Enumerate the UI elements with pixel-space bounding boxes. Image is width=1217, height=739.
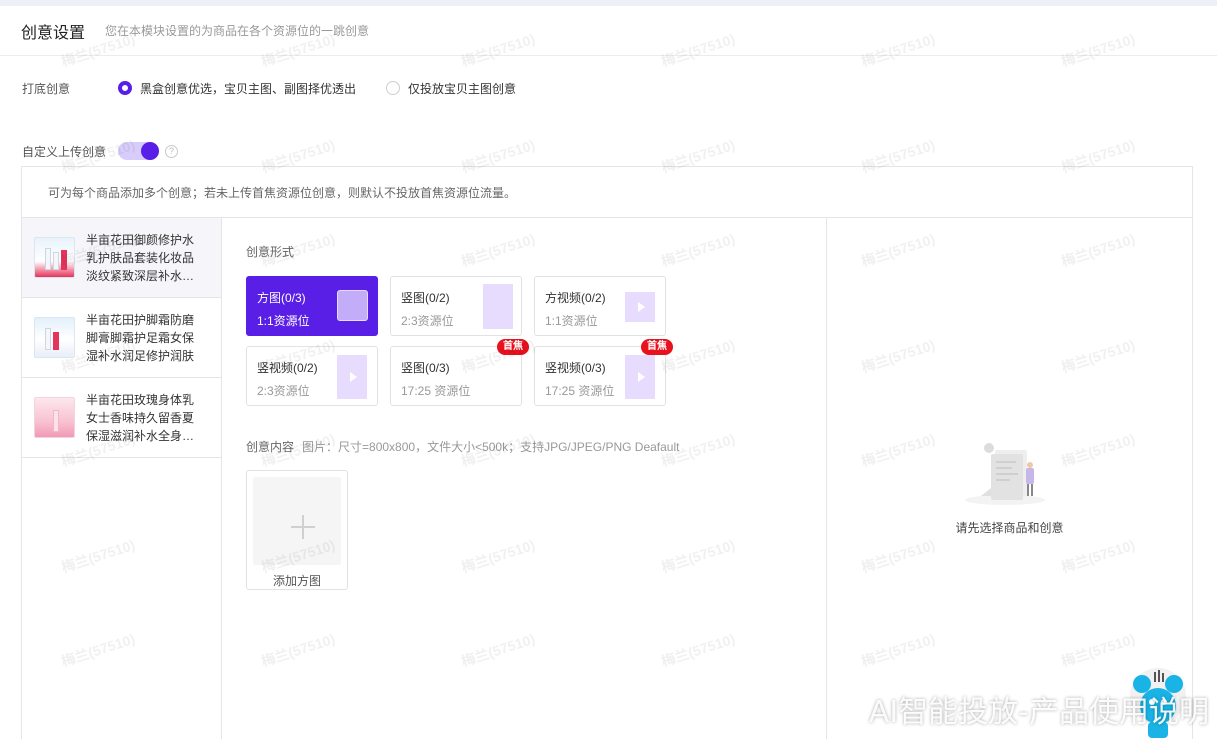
custom-upload-toggle[interactable]	[118, 142, 160, 160]
product-list: 半亩花田御颜修护水乳护肤品套装化妆品淡纹紧致深层补水保湿 半亩花田护脚霜防磨脚膏…	[22, 218, 222, 739]
creative-panel: 可为每个商品添加多个创意；若未上传首焦资源位创意，则默认不投放首焦资源位流量。 …	[21, 166, 1193, 739]
section-header: 创意设置 您在本模块设置的为商品在各个资源位的一跳创意	[0, 6, 1217, 56]
product-name: 半亩花田御颜修护水乳护肤品套装化妆品淡纹紧致深层补水保湿	[86, 232, 195, 283]
radio-unselected-icon	[386, 81, 401, 95]
product-thumbnail	[34, 317, 75, 358]
content-row: 创意内容 图片：尺寸=800x800，文件大小<500k；支持JPG/JPEG/…	[246, 438, 679, 455]
preview-pane: 请先选择商品和创意	[826, 218, 1192, 739]
format-ratio: 1:1资源位	[257, 314, 310, 328]
plus-icon	[302, 515, 304, 539]
radio-main-image-only[interactable]: 仅投放宝贝主图创意	[386, 80, 516, 97]
square-image-icon	[337, 290, 368, 321]
custom-upload-row: 自定义上传创意 ?	[22, 141, 179, 161]
content-hint: 图片：尺寸=800x800，文件大小<500k；支持JPG/JPEG/PNG D…	[302, 440, 680, 454]
format-ratio: 1:1资源位	[545, 314, 598, 328]
radio-label: 仅投放宝贝主图创意	[408, 81, 517, 96]
format-square-image[interactable]: 方图(0/3) 1:1资源位	[246, 276, 378, 336]
format-square-video[interactable]: 方视频(0/2) 1:1资源位	[534, 276, 666, 336]
format-section-label: 创意形式	[246, 245, 295, 259]
format-name: 方视频(0/2)	[545, 291, 606, 305]
toggle-knob	[141, 142, 160, 160]
product-name: 半亩花田护脚霜防磨脚膏脚霜护足霜女保湿补水润足修护润肤	[86, 312, 195, 363]
radio-blackbox-optimize[interactable]: 黑盒创意优选，宝贝主图、副图择优透出	[118, 80, 356, 97]
page-title: 创意设置	[21, 24, 86, 42]
product-thumbnail	[34, 237, 75, 278]
notice-bar: 可为每个商品添加多个创意；若未上传首焦资源位创意，则默认不投放首焦资源位流量。	[22, 167, 1192, 218]
format-vertical-video-focus[interactable]: 竖视频(0/3) 17:25 资源位 首焦	[534, 339, 673, 406]
format-vertical-video[interactable]: 竖视频(0/2) 2:3资源位	[246, 346, 378, 406]
focus-badge: 首焦	[641, 339, 673, 355]
radio-label: 黑盒创意优选，宝贝主图、副图择优透出	[140, 81, 357, 96]
upload-placeholder	[253, 477, 341, 565]
play-icon	[350, 372, 357, 382]
product-item[interactable]: 半亩花田护脚霜防磨脚膏脚霜护足霜女保湿补水润足修护润肤	[22, 298, 221, 378]
format-name: 竖视频(0/2)	[257, 361, 318, 375]
format-name: 竖图(0/2)	[401, 291, 450, 305]
focus-badge: 首焦	[497, 339, 529, 355]
product-item[interactable]: 半亩花田玫瑰身体乳女士香味持久留香夏保湿滋润补水全身润肤	[22, 378, 221, 458]
add-image-label: 添加方图	[272, 574, 321, 588]
play-icon	[638, 372, 645, 382]
radio-selected-icon	[118, 81, 132, 95]
format-vertical-image-focus[interactable]: 竖图(0/3) 17:25 资源位 首焦	[390, 339, 529, 406]
content-section-label: 创意内容	[246, 440, 295, 454]
format-ratio: 2:3资源位	[401, 314, 454, 328]
format-ratio: 17:25 资源位	[401, 384, 471, 398]
format-vertical-image[interactable]: 竖图(0/2) 2:3资源位	[390, 276, 522, 336]
fallback-label: 打底创意	[22, 81, 71, 96]
add-square-image-button[interactable]: 添加方图	[246, 470, 348, 590]
play-icon	[638, 302, 645, 312]
custom-upload-label: 自定义上传创意	[22, 144, 107, 159]
help-icon[interactable]: ?	[165, 144, 179, 158]
format-name: 方图(0/3)	[257, 291, 306, 305]
creative-editor: 创意形式 方图(0/3) 1:1资源位 竖图(0/2) 2:3资源位 方视频(0…	[222, 218, 826, 739]
product-thumbnail	[34, 397, 75, 438]
empty-state-text: 请先选择商品和创意	[955, 521, 1064, 535]
page-description: 您在本模块设置的为商品在各个资源位的一跳创意	[105, 24, 370, 38]
format-ratio: 17:25 资源位	[545, 384, 615, 398]
format-name: 竖视频(0/3)	[545, 361, 606, 375]
vertical-image-icon	[483, 284, 513, 329]
brand-overlay-text: AI智能投放-产品使用说明	[868, 695, 1209, 730]
product-name: 半亩花田玫瑰身体乳女士香味持久留香夏保湿滋润补水全身润肤	[86, 392, 195, 443]
fallback-creative-row: 打底创意 黑盒创意优选，宝贝主图、副图择优透出 仅投放宝贝主图创意	[22, 80, 546, 96]
product-item[interactable]: 半亩花田御颜修护水乳护肤品套装化妆品淡纹紧致深层补水保湿	[22, 218, 221, 298]
empty-state-illustration	[965, 443, 1045, 505]
format-ratio: 2:3资源位	[257, 384, 310, 398]
format-name: 竖图(0/3)	[401, 361, 450, 375]
